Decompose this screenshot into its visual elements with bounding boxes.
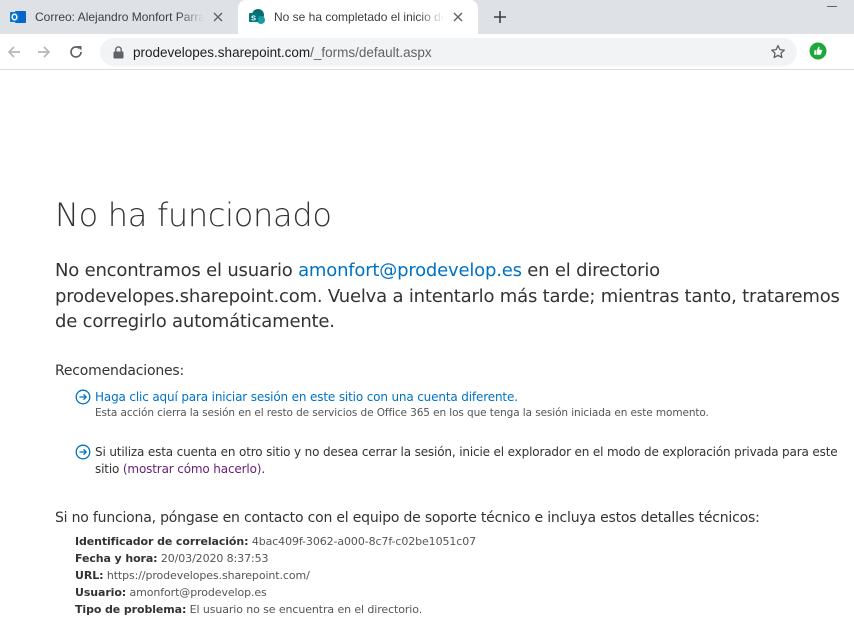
arrow-left-icon xyxy=(7,46,20,58)
tab-title: Correo: Alejandro Monfort Parra xyxy=(35,10,204,24)
sharepoint-icon: S xyxy=(249,9,265,25)
period: . xyxy=(261,462,265,476)
arrow-circle-right-icon xyxy=(75,444,91,460)
recommendation-1: Haga clic aquí para iniciar sesión en es… xyxy=(75,389,850,421)
detail-label: Identificador de correlación: xyxy=(75,535,249,548)
show-how-link[interactable]: (mostrar cómo hacerlo) xyxy=(123,462,262,476)
detail-label: Fecha y hora: xyxy=(75,552,158,565)
detail-row: Fecha y hora: 20/03/2020 8:37:53 xyxy=(75,550,476,567)
arrow-right-icon xyxy=(38,46,51,58)
detail-value: amonfort@prodevelop.es xyxy=(129,586,267,599)
detail-value: 4bac409f-3062-a000-8c7f-c02be1051c07 xyxy=(251,535,477,548)
reload-button[interactable] xyxy=(64,40,88,64)
detail-row: URL: https://prodevelopes.sharepoint.com… xyxy=(75,567,476,584)
lock-icon[interactable] xyxy=(111,45,125,59)
new-tab-button[interactable] xyxy=(490,7,510,27)
sign-in-different-account-link[interactable]: Haga clic aquí para iniciar sesión en es… xyxy=(95,390,518,404)
url-path: /_forms/default.aspx xyxy=(310,44,432,60)
detail-row: Identificador de correlación: 4bac409f-3… xyxy=(75,533,476,550)
error-message: No encontramos el usuario amonfort@prode… xyxy=(55,258,845,335)
tab-outlook[interactable]: Correo: Alejandro Monfort Parra xyxy=(0,0,238,34)
forward-button[interactable] xyxy=(32,40,56,64)
svg-text:S: S xyxy=(251,13,256,22)
recommendation-2: Si utiliza esta cuenta en otro sitio y n… xyxy=(75,444,850,478)
url-host: prodevelopes.sharepoint.com xyxy=(133,44,311,60)
outlook-icon xyxy=(10,9,26,25)
close-icon[interactable] xyxy=(210,9,226,25)
technical-details: Identificador de correlación: 4bac409f-3… xyxy=(75,533,476,618)
arrow-circle-right-icon xyxy=(75,389,91,405)
sign-out-note: Esta acción cierra la sesión en el resto… xyxy=(95,407,709,419)
tab-sharepoint[interactable]: S No se ha completado el inicio de sesió… xyxy=(238,0,478,34)
detail-label: URL: xyxy=(75,569,104,582)
tab-title: No se ha completado el inicio de sesión xyxy=(274,10,444,24)
tab-strip: Correo: Alejandro Monfort Parra S No se … xyxy=(0,0,854,34)
user-email-link[interactable]: amonfort@prodevelop.es xyxy=(298,260,522,281)
detail-value: 20/03/2020 8:37:53 xyxy=(160,552,269,565)
detail-row: Tipo de problema: El usuario no se encue… xyxy=(75,601,476,618)
support-text: Si no funciona, póngase en contacto con … xyxy=(55,510,760,526)
minimize-button[interactable] xyxy=(827,6,837,7)
address-url[interactable]: prodevelopes.sharepoint.com/_forms/defau… xyxy=(133,45,769,60)
browser-toolbar: prodevelopes.sharepoint.com/_forms/defau… xyxy=(0,34,854,70)
address-bar[interactable]: prodevelopes.sharepoint.com/_forms/defau… xyxy=(100,38,797,66)
message-part1: No encontramos el usuario xyxy=(55,260,299,281)
plus-icon xyxy=(494,11,506,23)
detail-row: Usuario: amonfort@prodevelop.es xyxy=(75,584,476,601)
bookmark-star-icon[interactable] xyxy=(769,43,787,61)
private-browsing-text: Si utiliza esta cuenta en otro sitio y n… xyxy=(95,444,850,478)
close-icon[interactable] xyxy=(450,9,466,25)
recommendations-heading: Recomendaciones: xyxy=(55,363,185,379)
detail-value: El usuario no se encuentra en el directo… xyxy=(189,603,423,616)
detail-label: Tipo de problema: xyxy=(75,603,187,616)
page-title: No ha funcionado xyxy=(55,196,332,234)
extension-icon[interactable] xyxy=(809,42,827,60)
detail-value: https://prodevelopes.sharepoint.com/ xyxy=(106,569,310,582)
detail-label: Usuario: xyxy=(75,586,127,599)
back-button[interactable] xyxy=(2,40,26,64)
reload-icon xyxy=(70,46,82,58)
